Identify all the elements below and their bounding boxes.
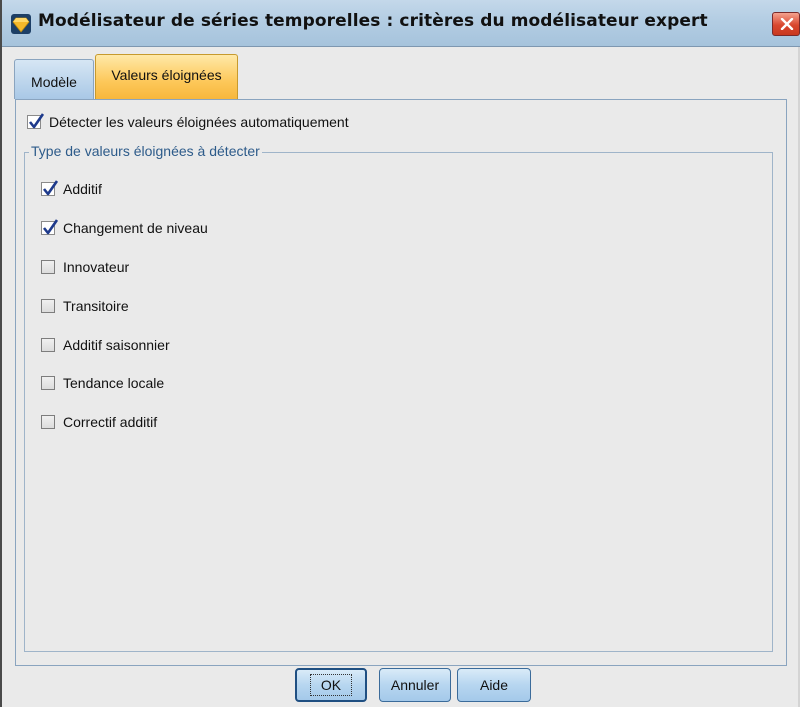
additif-saisonnier-checkbox[interactable] <box>41 338 55 352</box>
outlier-option-correctif-additif[interactable]: Correctif additif <box>41 413 157 431</box>
innovateur-label: Innovateur <box>63 259 130 275</box>
tab-modele[interactable]: Modèle <box>14 59 94 99</box>
diamond-model-icon <box>11 14 31 34</box>
additif-checkbox[interactable] <box>41 180 58 196</box>
auto-detect-label: Détecter les valeurs éloignées automatiq… <box>49 114 349 130</box>
additif-label: Additif <box>63 181 102 197</box>
help-button[interactable]: Aide <box>457 668 531 702</box>
close-button[interactable] <box>772 12 800 36</box>
tendance-locale-label: Tendance locale <box>63 375 165 391</box>
auto-detect-option[interactable]: Détecter les valeurs éloignées automatiq… <box>27 113 349 131</box>
outlier-option-innovateur[interactable]: Innovateur <box>41 258 129 276</box>
correctif-additif-label: Correctif additif <box>63 414 158 430</box>
transitoire-checkbox[interactable] <box>41 299 55 313</box>
outlier-option-additif[interactable]: Additif <box>41 180 102 198</box>
tab-panel: Détecter les valeurs éloignées automatiq… <box>15 99 787 666</box>
checkmark-icon <box>42 180 58 196</box>
outlier-option-tendance-locale[interactable]: Tendance locale <box>41 374 164 392</box>
outlier-type-legend: Type de valeurs éloignées à détecter <box>29 143 262 159</box>
ok-button[interactable]: OK <box>295 668 367 702</box>
dialog-window: Modélisateur de séries temporelles : cri… <box>0 0 800 707</box>
outlier-option-additif-saisonnier[interactable]: Additif saisonnier <box>41 336 170 354</box>
outlier-option-transitoire[interactable]: Transitoire <box>41 297 129 315</box>
outlier-type-group: Type de valeurs éloignées à détecter Add… <box>24 143 773 652</box>
close-icon <box>780 18 794 30</box>
changement-de-niveau-label: Changement de niveau <box>63 220 208 236</box>
checkmark-icon <box>28 113 44 129</box>
cancel-button[interactable]: Annuler <box>379 668 451 702</box>
auto-detect-checkbox[interactable] <box>27 113 44 129</box>
ok-button-label: OK <box>309 674 353 696</box>
transitoire-label: Transitoire <box>63 298 129 314</box>
outlier-option-changement-de-niveau[interactable]: Changement de niveau <box>41 219 208 237</box>
tendance-locale-checkbox[interactable] <box>41 376 55 390</box>
title-bar[interactable]: Modélisateur de séries temporelles : cri… <box>2 0 800 47</box>
innovateur-checkbox[interactable] <box>41 260 55 274</box>
checkmark-icon <box>42 219 58 235</box>
changement-de-niveau-checkbox[interactable] <box>41 219 58 235</box>
tab-valeurs-eloignees[interactable]: Valeurs éloignées <box>95 54 238 99</box>
window-title: Modélisateur de séries temporelles : cri… <box>38 11 708 31</box>
correctif-additif-checkbox[interactable] <box>41 415 55 429</box>
additif-saisonnier-label: Additif saisonnier <box>63 337 170 353</box>
